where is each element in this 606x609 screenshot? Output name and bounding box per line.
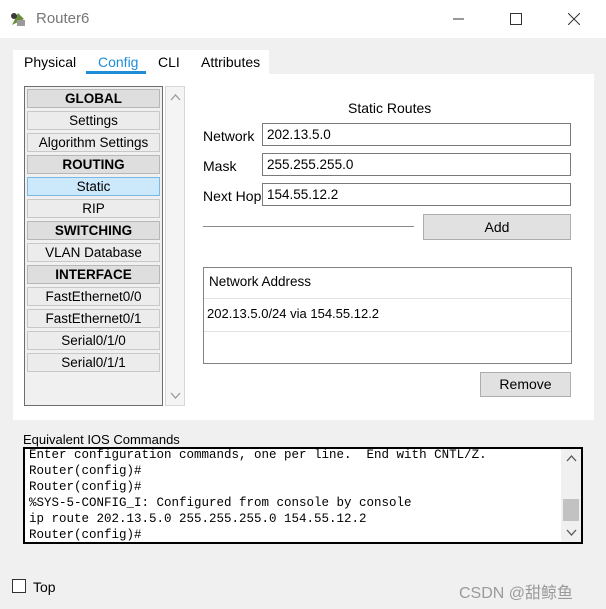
- minimize-button[interactable]: [436, 6, 482, 32]
- sidebar-header-routing: ROUTING: [27, 155, 160, 174]
- top-label: Top: [33, 579, 56, 595]
- sidebar-header-switching: SWITCHING: [27, 221, 160, 240]
- sidebar-item-serial0-1-0[interactable]: Serial0/1/0: [27, 331, 160, 350]
- ios-commands-label: Equivalent IOS Commands: [23, 432, 180, 447]
- config-panel: GLOBAL Settings Algorithm Settings ROUTI…: [13, 74, 594, 420]
- chevron-down-icon: [566, 529, 577, 536]
- console-line: Router(config)#: [29, 528, 142, 542]
- sidebar-header-interface: INTERFACE: [27, 265, 160, 284]
- chevron-up-icon: [170, 94, 181, 101]
- next-hop-input[interactable]: 154.55.12.2: [262, 183, 571, 206]
- sidebar-item-fastethernet0-1[interactable]: FastEthernet0/1: [27, 309, 160, 328]
- sidebar-header-global: GLOBAL: [27, 89, 160, 108]
- sidebar-item-algorithm-settings[interactable]: Algorithm Settings: [27, 133, 160, 152]
- top-checkbox[interactable]: [12, 579, 26, 593]
- static-routes-heading: Static Routes: [348, 100, 432, 116]
- close-icon: [568, 13, 580, 25]
- sidebar-item-static[interactable]: Static: [27, 177, 160, 196]
- sidebar-item-rip[interactable]: RIP: [27, 199, 160, 218]
- router-app-icon: [9, 10, 27, 28]
- tab-bar: Physical Config CLI Attributes: [13, 50, 269, 74]
- sidebar-item-fastethernet0-0[interactable]: FastEthernet0/0: [27, 287, 160, 306]
- tab-physical[interactable]: Physical: [24, 54, 76, 70]
- add-button[interactable]: Add: [423, 214, 571, 240]
- tab-config[interactable]: Config: [98, 54, 138, 70]
- chevron-down-icon: [170, 392, 181, 399]
- sidebar-item-serial0-1-1[interactable]: Serial0/1/1: [27, 353, 160, 372]
- network-input[interactable]: 202.13.5.0: [262, 123, 571, 146]
- remove-button[interactable]: Remove: [480, 372, 571, 397]
- console-line: %SYS-5-CONFIG_I: Configured from console…: [29, 496, 412, 510]
- tab-cli[interactable]: CLI: [158, 54, 180, 70]
- title-bar: Router6: [0, 0, 606, 38]
- console-line: Router(config)#: [29, 464, 142, 478]
- console-scrollbar[interactable]: [561, 449, 581, 542]
- sidebar-scrollbar[interactable]: [165, 86, 185, 406]
- network-address-list: Network Address 202.13.5.0/24 via 154.55…: [203, 267, 572, 364]
- chevron-up-icon: [566, 455, 577, 462]
- minimize-icon: [453, 18, 464, 20]
- next-hop-label: Next Hop: [203, 188, 262, 204]
- console-scroll-thumb[interactable]: [563, 499, 579, 521]
- tab-attributes[interactable]: Attributes: [201, 54, 260, 70]
- separator: [203, 226, 414, 228]
- maximize-button[interactable]: [493, 6, 539, 32]
- mask-label: Mask: [203, 158, 237, 174]
- config-sidebar: GLOBAL Settings Algorithm Settings ROUTI…: [24, 86, 163, 406]
- sidebar-item-settings[interactable]: Settings: [27, 111, 160, 130]
- window-title: Router6: [36, 10, 90, 27]
- network-label: Network: [203, 128, 255, 144]
- maximize-icon: [510, 13, 522, 25]
- ios-console: Enter configuration commands, one per li…: [23, 447, 583, 544]
- list-header: Network Address: [204, 268, 571, 299]
- console-line: ip route 202.13.5.0 255.255.255.0 154.55…: [29, 512, 367, 526]
- watermark: CSDN @甜鲸鱼: [459, 585, 574, 602]
- sidebar-item-vlan-database[interactable]: VLAN Database: [27, 243, 160, 262]
- mask-input[interactable]: 255.255.255.0: [262, 153, 571, 176]
- close-button[interactable]: [551, 6, 597, 32]
- list-item[interactable]: 202.13.5.0/24 via 154.55.12.2: [204, 299, 571, 332]
- console-line: Router(config)#: [29, 480, 142, 494]
- console-line: Enter configuration commands, one per li…: [29, 448, 487, 462]
